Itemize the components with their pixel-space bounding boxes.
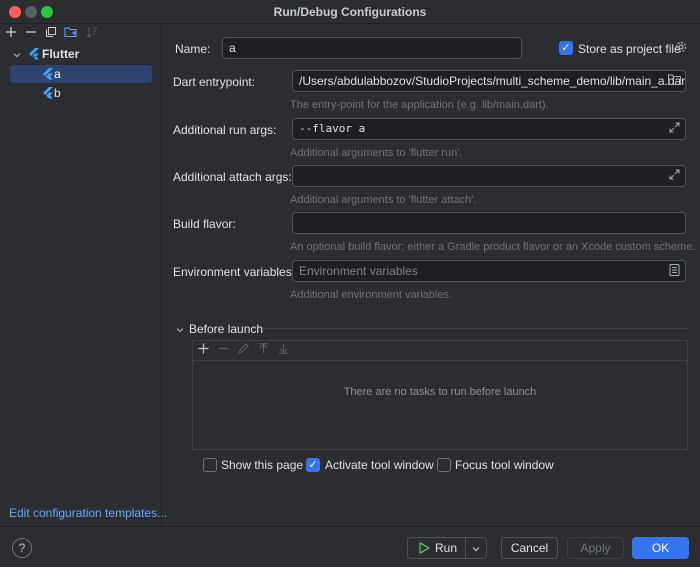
flutter-icon — [42, 87, 54, 99]
attach-args-label: Additional attach args: — [173, 170, 292, 184]
build-flavor-input[interactable] — [292, 212, 686, 234]
show-this-page-checkbox[interactable] — [203, 458, 217, 472]
focus-tool-window-label: Focus tool window — [455, 458, 554, 472]
edit-configuration-templates-link[interactable]: Edit configuration templates... — [9, 506, 167, 520]
env-vars-input[interactable]: Environment variables — [292, 260, 686, 282]
tree-item-a-selection[interactable] — [10, 65, 152, 83]
build-flavor-hint: An optional build flavor; either a Gradl… — [290, 241, 696, 253]
run-args-label: Additional run args: — [173, 123, 277, 137]
plus-icon[interactable] — [196, 343, 210, 357]
activate-tool-window-label: Activate tool window — [325, 458, 434, 472]
folder-icon[interactable] — [667, 74, 681, 88]
ok-button[interactable]: OK — [632, 537, 689, 559]
focus-tool-window-checkbox[interactable] — [437, 458, 451, 472]
env-vars-hint: Additional environment variables. — [290, 289, 453, 301]
expand-icon[interactable] — [667, 169, 681, 183]
run-button[interactable]: Run — [435, 541, 457, 555]
attach-args-input[interactable] — [292, 165, 686, 187]
chevron-down-icon[interactable] — [12, 49, 22, 59]
chevron-down-icon[interactable] — [471, 543, 481, 553]
title-bar: Run/Debug Configurations — [0, 0, 700, 24]
run-icon — [419, 542, 431, 554]
split-divider — [465, 538, 466, 558]
tree-item-b[interactable]: b — [54, 84, 61, 102]
run-args-hint: Additional arguments to 'flutter run'. — [290, 147, 463, 159]
minus-icon[interactable] — [216, 343, 230, 357]
dart-entrypoint-label: Dart entrypoint: — [173, 75, 256, 89]
close-window-button[interactable] — [9, 6, 21, 18]
env-vars-label: Environment variables: — [173, 265, 296, 279]
build-flavor-label: Build flavor: — [173, 217, 236, 231]
dart-entrypoint-hint: The entry-point for the application (e.g… — [290, 99, 549, 111]
tree-item-a[interactable]: a — [54, 65, 61, 83]
minus-icon[interactable] — [24, 26, 38, 40]
run-args-input[interactable]: --flavor a — [292, 118, 686, 140]
window-title: Run/Debug Configurations — [273, 5, 427, 19]
document-icon[interactable] — [667, 264, 681, 278]
edit-icon[interactable] — [236, 343, 250, 357]
name-label: Name: — [175, 42, 211, 56]
before-launch-title[interactable]: Before launch — [189, 322, 263, 336]
expand-icon[interactable] — [667, 122, 681, 136]
configurations-sidebar — [0, 24, 162, 526]
zoom-window-button[interactable] — [41, 6, 53, 18]
apply-button[interactable]: Apply — [567, 537, 624, 559]
new-folder-icon[interactable] — [64, 26, 78, 40]
cancel-button[interactable]: Cancel — [501, 537, 558, 559]
flutter-icon — [28, 48, 40, 60]
help-button[interactable]: ? — [12, 538, 32, 558]
section-divider — [262, 328, 688, 329]
tree-group-flutter[interactable]: Flutter — [42, 45, 79, 63]
flutter-icon — [42, 68, 54, 80]
show-this-page-label: Show this page — [221, 458, 304, 472]
attach-args-hint: Additional arguments to 'flutter attach'… — [290, 194, 477, 206]
sort-icon[interactable] — [85, 26, 99, 40]
name-input[interactable]: a — [222, 37, 522, 59]
store-as-project-file-checkbox[interactable]: ✓ — [559, 41, 573, 55]
plus-icon[interactable] — [4, 26, 18, 40]
chevron-down-icon[interactable] — [175, 324, 185, 334]
store-as-project-file-label: Store as project file — [578, 42, 681, 56]
move-up-icon[interactable] — [256, 343, 270, 357]
move-down-icon[interactable] — [276, 343, 290, 357]
minimize-window-button[interactable] — [25, 6, 37, 18]
dart-entrypoint-input[interactable]: /Users/abdulabbozov/StudioProjects/multi… — [292, 70, 686, 92]
gear-icon[interactable] — [674, 41, 688, 55]
activate-tool-window-checkbox[interactable]: ✓ — [306, 458, 320, 472]
copy-icon[interactable] — [44, 26, 58, 40]
empty-tasks-text: There are no tasks to run before launch — [343, 386, 537, 398]
